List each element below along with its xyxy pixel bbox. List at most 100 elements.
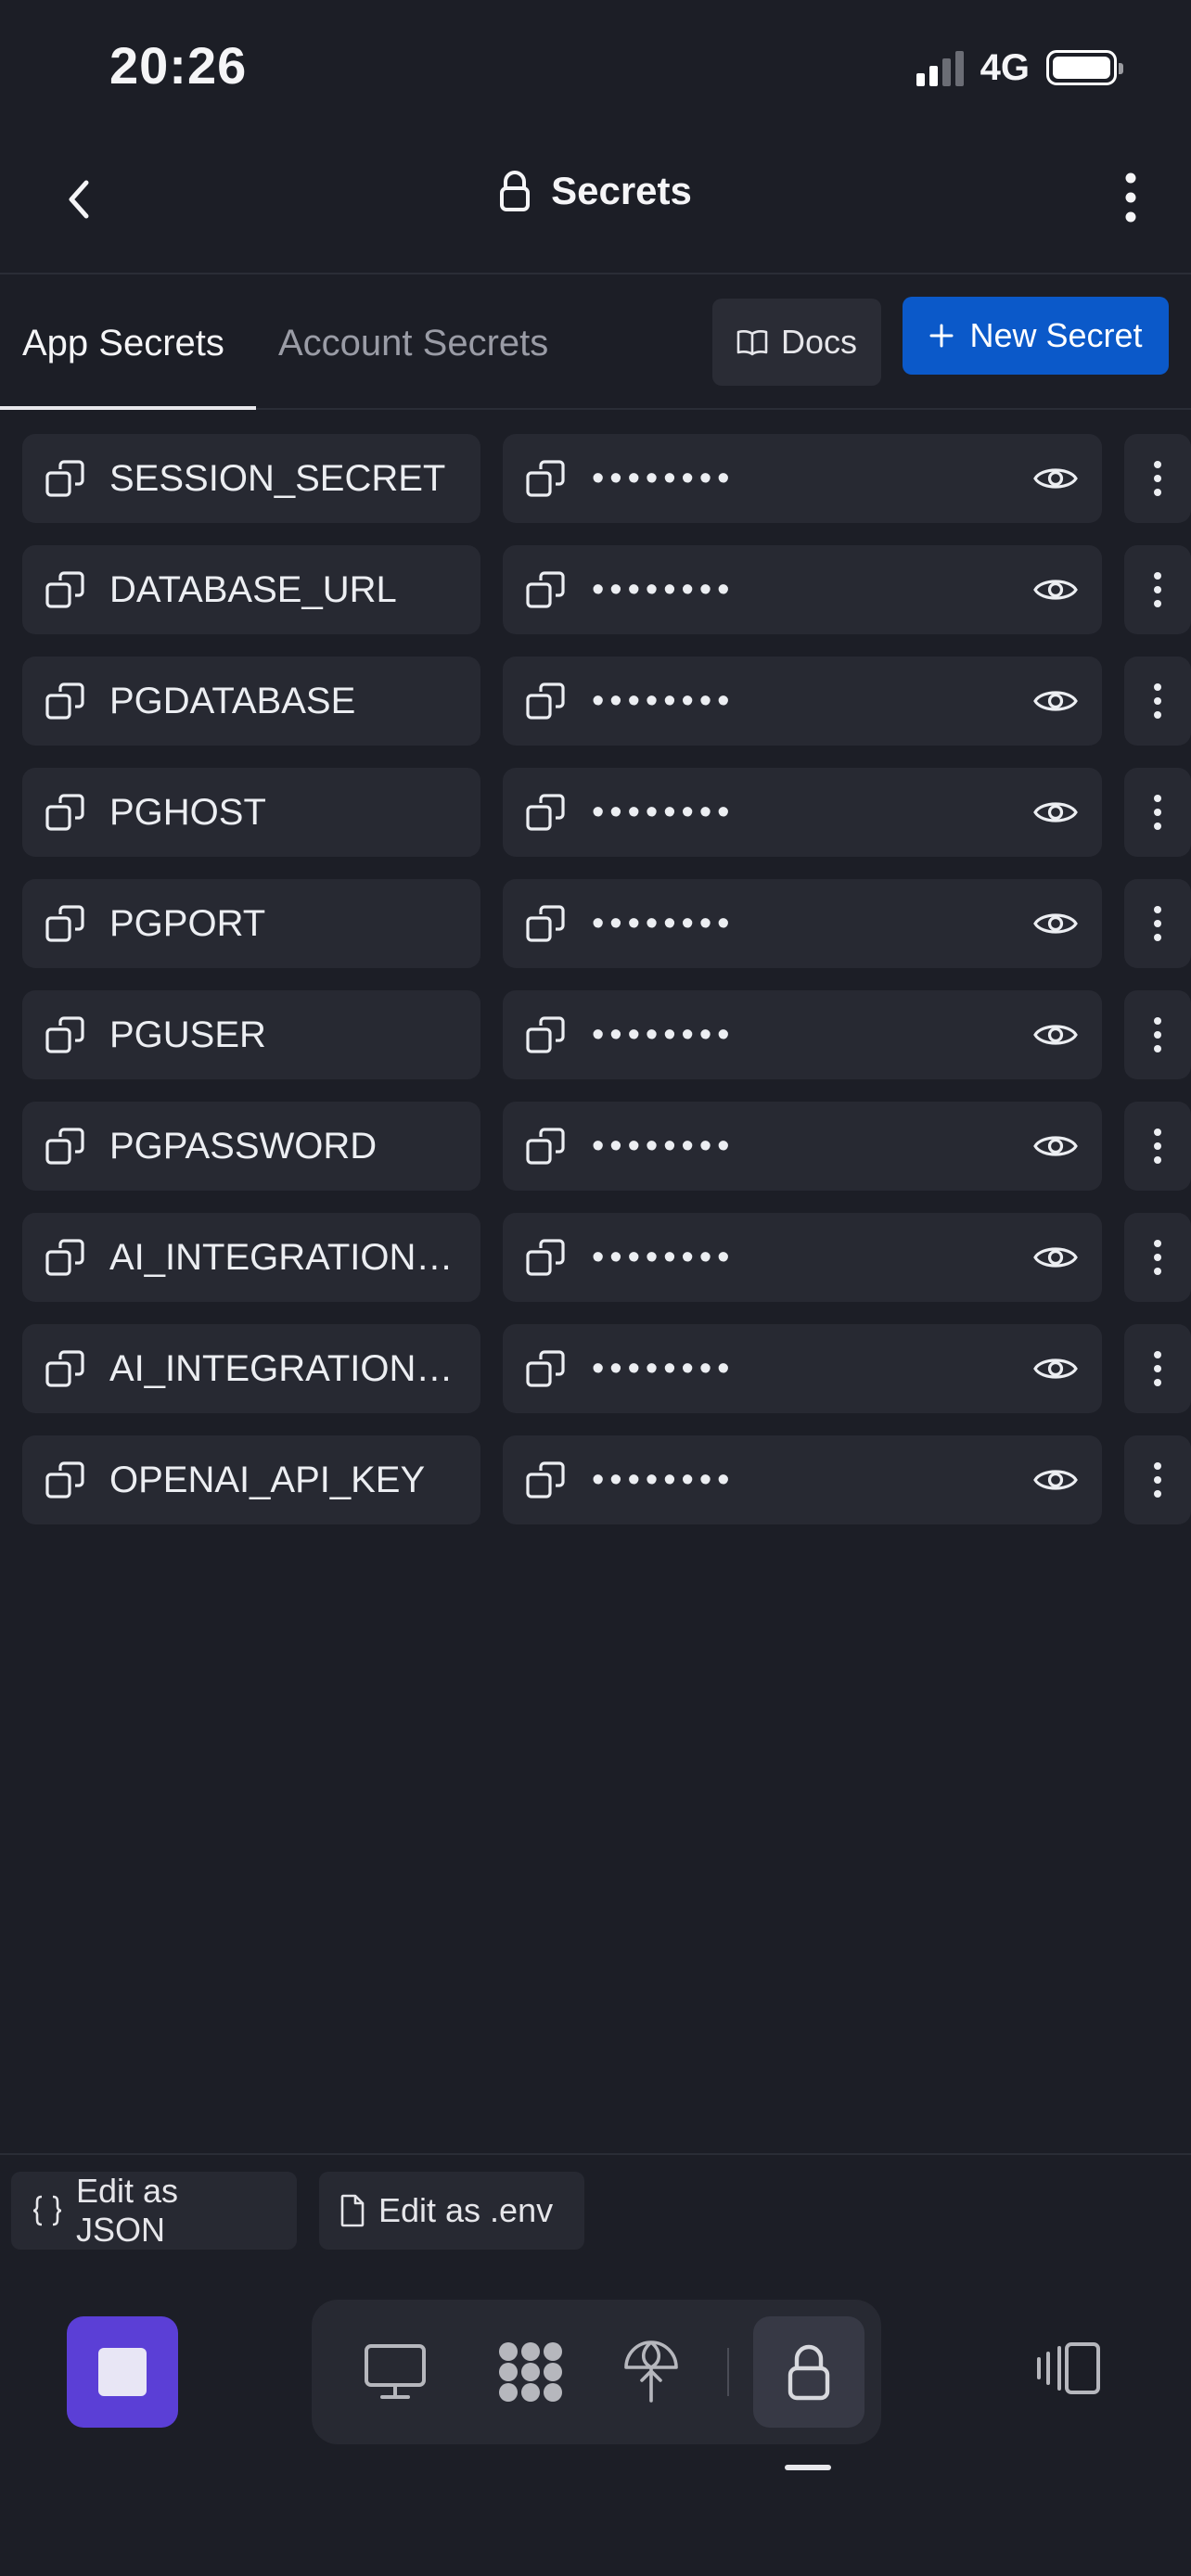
reveal-secret-button[interactable] bbox=[1028, 451, 1083, 506]
secret-key-cell[interactable]: OPENAI_API_KEY bbox=[22, 1435, 480, 1524]
secret-value-masked: •••••••• bbox=[592, 1348, 736, 1388]
secret-value-cell[interactable]: •••••••• bbox=[503, 545, 1102, 634]
secret-key-cell[interactable]: AI_INTEGRATION… bbox=[22, 1213, 480, 1302]
copy-icon[interactable] bbox=[525, 1014, 568, 1056]
copy-icon[interactable] bbox=[45, 1014, 87, 1056]
tool-secrets[interactable] bbox=[753, 2316, 864, 2428]
secret-options-button[interactable] bbox=[1124, 545, 1191, 634]
secret-options-button[interactable] bbox=[1124, 1435, 1191, 1524]
secret-key: DATABASE_URL bbox=[109, 568, 397, 610]
secret-options-button[interactable] bbox=[1124, 879, 1191, 968]
tool-preview[interactable] bbox=[339, 2316, 451, 2428]
secret-key-cell[interactable]: AI_INTEGRATION… bbox=[22, 1324, 480, 1413]
secret-value-cell[interactable]: •••••••• bbox=[503, 1435, 1102, 1524]
secret-key: PGDATABASE bbox=[109, 680, 356, 721]
bottom-toolbar bbox=[0, 2300, 1191, 2457]
reveal-secret-button[interactable] bbox=[1028, 1230, 1083, 1285]
monitor-icon bbox=[365, 2344, 426, 2399]
reveal-secret-button[interactable] bbox=[1028, 673, 1083, 729]
tab-app-secrets[interactable]: App Secrets bbox=[22, 276, 224, 410]
copy-icon[interactable] bbox=[45, 902, 87, 945]
copy-icon[interactable] bbox=[525, 1236, 568, 1279]
secret-value-cell[interactable]: •••••••• bbox=[503, 879, 1102, 968]
copy-icon[interactable] bbox=[525, 791, 568, 834]
stop-icon bbox=[98, 2348, 147, 2396]
reveal-secret-button[interactable] bbox=[1028, 896, 1083, 951]
secret-key-cell[interactable]: PGHOST bbox=[22, 768, 480, 857]
edit-as-env-label: Edit as .env bbox=[378, 2191, 554, 2229]
secret-options-button[interactable] bbox=[1124, 1213, 1191, 1302]
secret-row: PGPASSWORD •••••••• bbox=[22, 1102, 1191, 1191]
status-indicators: 4G bbox=[916, 45, 1123, 91]
secret-row: AI_INTEGRATION… •••••••• bbox=[22, 1324, 1191, 1413]
copy-icon[interactable] bbox=[525, 1125, 568, 1167]
status-time: 20:26 bbox=[109, 36, 248, 95]
reveal-secret-button[interactable] bbox=[1028, 784, 1083, 840]
reveal-secret-button[interactable] bbox=[1028, 1452, 1083, 1508]
secret-value-masked: •••••••• bbox=[592, 681, 736, 721]
tool-workspace[interactable] bbox=[475, 2316, 586, 2428]
secret-options-button[interactable] bbox=[1124, 434, 1191, 523]
secret-value-cell[interactable]: •••••••• bbox=[503, 1213, 1102, 1302]
toolbar-divider bbox=[727, 2348, 729, 2396]
vertical-dots-icon bbox=[1154, 906, 1161, 941]
reveal-secret-button[interactable] bbox=[1028, 1341, 1083, 1396]
secret-options-button[interactable] bbox=[1124, 768, 1191, 857]
secret-value-cell[interactable]: •••••••• bbox=[503, 1102, 1102, 1191]
vertical-dots-icon bbox=[1154, 1017, 1161, 1052]
new-secret-button[interactable]: New Secret bbox=[903, 297, 1169, 375]
secret-options-button[interactable] bbox=[1124, 1324, 1191, 1413]
secret-value-masked: •••••••• bbox=[592, 792, 736, 832]
secret-key-cell[interactable]: PGDATABASE bbox=[22, 657, 480, 746]
stop-button[interactable] bbox=[67, 2316, 178, 2428]
secret-value-masked: •••••••• bbox=[592, 1014, 736, 1054]
secret-row: OPENAI_API_KEY •••••••• bbox=[22, 1435, 1191, 1524]
reveal-secret-button[interactable] bbox=[1028, 562, 1083, 618]
secret-key-cell[interactable]: PGUSER bbox=[22, 990, 480, 1079]
secret-key-cell[interactable]: DATABASE_URL bbox=[22, 545, 480, 634]
reveal-secret-button[interactable] bbox=[1028, 1007, 1083, 1063]
copy-icon[interactable] bbox=[45, 1347, 87, 1390]
edit-as-env-button[interactable]: Edit as .env bbox=[319, 2172, 584, 2250]
header: Secrets bbox=[0, 130, 1191, 274]
copy-icon[interactable] bbox=[525, 902, 568, 945]
copy-icon[interactable] bbox=[525, 1347, 568, 1390]
copy-icon[interactable] bbox=[525, 568, 568, 611]
secret-options-button[interactable] bbox=[1124, 657, 1191, 746]
new-secret-label: New Secret bbox=[969, 316, 1143, 354]
battery-icon bbox=[1046, 50, 1123, 85]
reveal-secret-button[interactable] bbox=[1028, 1118, 1083, 1174]
copy-icon[interactable] bbox=[45, 1459, 87, 1501]
eye-icon bbox=[1033, 691, 1078, 711]
secret-row: PGHOST •••••••• bbox=[22, 768, 1191, 857]
more-options-button[interactable] bbox=[1098, 165, 1163, 230]
secret-options-button[interactable] bbox=[1124, 990, 1191, 1079]
secret-value-cell[interactable]: •••••••• bbox=[503, 434, 1102, 523]
copy-icon[interactable] bbox=[525, 1459, 568, 1501]
copy-icon[interactable] bbox=[45, 680, 87, 722]
plus-icon bbox=[929, 324, 954, 348]
split-view-button[interactable] bbox=[1024, 2324, 1113, 2413]
secret-key-cell[interactable]: PGPASSWORD bbox=[22, 1102, 480, 1191]
edit-as-json-button[interactable]: Edit as JSON bbox=[11, 2172, 297, 2250]
copy-icon[interactable] bbox=[45, 1125, 87, 1167]
secrets-list: SESSION_SECRET •••••••• DATABASE_URL •••… bbox=[22, 434, 1191, 1547]
copy-icon[interactable] bbox=[525, 457, 568, 500]
tab-account-secrets[interactable]: Account Secrets bbox=[278, 276, 548, 410]
docs-label: Docs bbox=[780, 323, 858, 361]
copy-icon[interactable] bbox=[45, 791, 87, 834]
vertical-dots-icon bbox=[1154, 1240, 1161, 1275]
secret-value-cell[interactable]: •••••••• bbox=[503, 990, 1102, 1079]
docs-button[interactable]: Docs bbox=[712, 299, 881, 386]
secret-options-button[interactable] bbox=[1124, 1102, 1191, 1191]
secret-value-cell[interactable]: •••••••• bbox=[503, 768, 1102, 857]
secret-value-cell[interactable]: •••••••• bbox=[503, 1324, 1102, 1413]
secret-value-cell[interactable]: •••••••• bbox=[503, 657, 1102, 746]
copy-icon[interactable] bbox=[45, 457, 87, 500]
secret-key-cell[interactable]: SESSION_SECRET bbox=[22, 434, 480, 523]
copy-icon[interactable] bbox=[45, 568, 87, 611]
secret-key-cell[interactable]: PGPORT bbox=[22, 879, 480, 968]
copy-icon[interactable] bbox=[525, 680, 568, 722]
tool-deploy[interactable] bbox=[596, 2316, 707, 2428]
copy-icon[interactable] bbox=[45, 1236, 87, 1279]
